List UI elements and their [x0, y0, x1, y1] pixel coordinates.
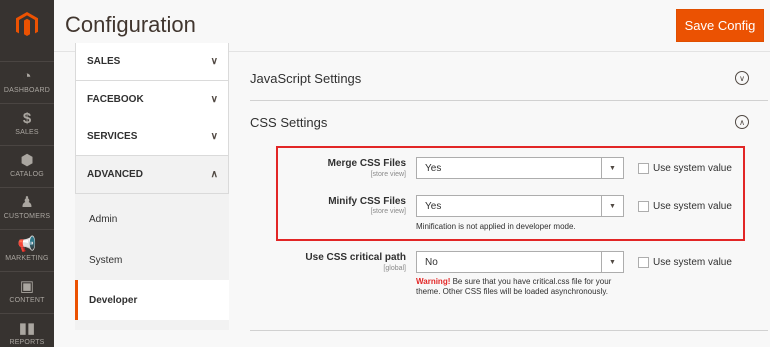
megaphone-icon: 📢 — [17, 236, 37, 253]
critical-path-select[interactable]: No ▼ — [416, 251, 624, 273]
group-css-settings[interactable]: CSS Settings ∧ — [250, 112, 768, 132]
minify-note: Minification is not applied in developer… — [416, 222, 576, 231]
merge-css-scope: [store view] — [370, 171, 406, 178]
minify-css-scope: [store view] — [370, 208, 406, 215]
merge-css-label: Merge CSS Files — [327, 158, 406, 169]
chevron-up-circle-icon: ∧ — [735, 115, 749, 129]
critical-path-scope: [global] — [383, 265, 406, 272]
chevron-down-icon: ∨ — [210, 56, 218, 67]
minify-css-select[interactable]: Yes ▼ — [416, 195, 624, 217]
admin-nav: ◔ DASHBOARD $ SALES ⬢ CATALOG ♟ CUSTOMER… — [0, 0, 54, 347]
group-title: CSS Settings — [250, 114, 328, 130]
page-title: Configuration — [65, 12, 196, 37]
chevron-down-icon: ∨ — [210, 94, 218, 105]
nav-item-content[interactable]: ▣ CONTENT — [0, 271, 54, 315]
group-title: JavaScript Settings — [250, 70, 362, 86]
dropdown-arrow-icon: ▼ — [601, 252, 623, 272]
use-system-checkbox[interactable] — [638, 201, 649, 212]
nav-label: REPORTS — [9, 339, 45, 346]
section-sales[interactable]: SALES ∨ — [75, 43, 229, 81]
use-system-label: Use system value — [653, 163, 732, 174]
bar-chart-icon: ▮▮ — [18, 320, 36, 337]
person-icon: ♟ — [20, 194, 34, 211]
section-advanced[interactable]: ADVANCED ∧ — [75, 156, 229, 194]
group-divider — [250, 100, 768, 101]
chevron-down-circle-icon: ∨ — [735, 71, 749, 85]
select-value: Yes — [425, 162, 442, 174]
chevron-up-icon: ∧ — [210, 169, 218, 180]
warning-label: Warning! — [416, 277, 451, 286]
nav-item-sales[interactable]: $ SALES — [0, 103, 54, 147]
dashboard-icon: ◔ — [22, 68, 32, 85]
nav-item-marketing[interactable]: 📢 MARKETING — [0, 229, 54, 273]
sub-item-system[interactable]: System — [75, 240, 229, 280]
dropdown-arrow-icon: ▼ — [601, 158, 623, 178]
merge-css-select[interactable]: Yes ▼ — [416, 157, 624, 179]
section-bottom-divider — [250, 330, 768, 331]
nav-label: CONTENT — [9, 297, 45, 304]
section-label: FACEBOOK — [87, 94, 144, 105]
critical-path-label: Use CSS critical path — [305, 252, 406, 263]
chevron-down-icon: ∨ — [210, 131, 218, 142]
nav-item-catalog[interactable]: ⬢ CATALOG — [0, 145, 54, 189]
merge-css-use-system[interactable]: Use system value — [638, 163, 732, 174]
section-label: SERVICES — [87, 131, 138, 142]
dropdown-arrow-icon: ▼ — [601, 196, 623, 216]
save-config-button[interactable]: Save Config — [676, 9, 764, 42]
config-sidebar: SALES ∨ FACEBOOK ∨ SERVICES ∨ ADVANCED ∧… — [75, 43, 229, 330]
section-facebook[interactable]: FACEBOOK ∨ — [75, 81, 229, 119]
minify-css-use-system[interactable]: Use system value — [638, 201, 732, 212]
nav-label: CUSTOMERS — [3, 213, 51, 220]
section-label: ADVANCED — [87, 169, 143, 180]
minify-css-label: Minify CSS Files — [328, 196, 406, 207]
critical-path-warning: Warning! Be sure that you have critical.… — [416, 277, 616, 297]
section-label: SALES — [87, 56, 121, 67]
dollar-icon: $ — [22, 110, 32, 127]
select-value: No — [425, 256, 438, 268]
advanced-sub-menu: Admin System Developer — [75, 194, 229, 330]
use-system-checkbox[interactable] — [638, 163, 649, 174]
nav-item-customers[interactable]: ♟ CUSTOMERS — [0, 187, 54, 231]
use-system-label: Use system value — [653, 257, 732, 268]
nav-item-dashboard[interactable]: ◔ DASHBOARD — [0, 61, 54, 105]
nav-label: CATALOG — [10, 171, 44, 178]
nav-label: MARKETING — [5, 255, 49, 262]
section-services[interactable]: SERVICES ∨ — [75, 118, 229, 156]
sub-item-developer[interactable]: Developer — [75, 280, 229, 320]
layout-icon: ▣ — [19, 278, 35, 295]
nav-label: SALES — [15, 129, 39, 136]
group-javascript-settings[interactable]: JavaScript Settings ∨ — [250, 68, 768, 88]
magento-logo-icon[interactable] — [0, 0, 54, 50]
use-system-checkbox[interactable] — [638, 257, 649, 268]
cube-icon: ⬢ — [20, 152, 34, 169]
critical-path-use-system[interactable]: Use system value — [638, 257, 732, 268]
nav-label: DASHBOARD — [3, 87, 51, 94]
sub-item-admin[interactable]: Admin — [75, 199, 229, 239]
nav-item-reports[interactable]: ▮▮ REPORTS — [0, 313, 54, 347]
use-system-label: Use system value — [653, 201, 732, 212]
select-value: Yes — [425, 200, 442, 212]
